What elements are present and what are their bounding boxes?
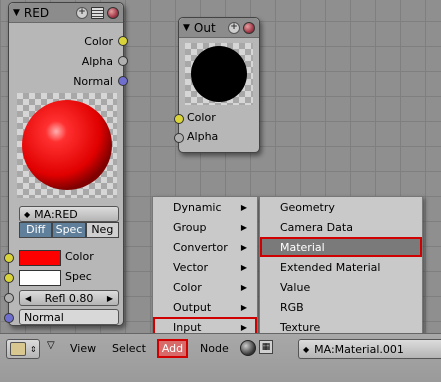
composite-icon[interactable]: ▦ <box>259 340 273 354</box>
updown-icon: ◆ <box>303 344 310 354</box>
node-editor-icon <box>10 342 26 356</box>
plus-icon[interactable]: + <box>228 21 240 34</box>
menu-item-group[interactable]: Group ▶ <box>153 217 257 237</box>
material-name: MA:RED <box>34 207 78 221</box>
diff-toggle[interactable]: Diff <box>19 222 53 238</box>
refl-value: Refl 0.80 <box>44 291 94 305</box>
material-preview <box>17 93 117 198</box>
menu-item-output[interactable]: Output ▶ <box>153 297 257 317</box>
right-arrow-icon[interactable]: ▶ <box>107 294 113 303</box>
input-label-normal: Normal <box>24 310 64 324</box>
output-socket-alpha[interactable] <box>118 56 128 66</box>
output-node[interactable]: ▼ Out + Color Alpha <box>174 17 260 153</box>
output-color: Color <box>23 34 123 48</box>
submenu-arrow-icon: ▶ <box>240 222 247 232</box>
hide-sockets-icon[interactable] <box>91 6 104 19</box>
updown-icon: ⇕ <box>30 344 37 354</box>
left-arrow-icon[interactable]: ◀ <box>25 294 31 303</box>
updown-icon: ◆ <box>24 209 31 219</box>
output-socket-color[interactable] <box>118 36 128 46</box>
color-swatch[interactable] <box>19 250 61 266</box>
material-sphere-icon[interactable] <box>240 340 256 356</box>
collapse-triangle-icon[interactable]: ▼ <box>13 8 20 18</box>
node-header[interactable]: ▼ RED + <box>9 3 123 23</box>
node-title: Out <box>193 20 216 35</box>
material-field[interactable]: ◆ MA:Material.001 <box>298 339 441 359</box>
menu-item-material[interactable]: Material <box>260 237 422 257</box>
submenu-arrow-icon: ▶ <box>240 262 247 272</box>
red-sphere-preview <box>22 100 112 190</box>
input-socket-alpha[interactable] <box>174 133 184 143</box>
output-alpha: Alpha <box>23 54 123 68</box>
normal-field[interactable]: Normal <box>19 309 119 325</box>
menu-item-value[interactable]: Value <box>260 277 422 297</box>
add-menu: Dynamic ▶ Group ▶ Convertor ▶ Vector ▶ Color… <box>152 196 258 339</box>
submenu-arrow-icon: ▶ <box>240 282 247 292</box>
menu-item-convertor[interactable]: Convertor ▶ <box>153 237 257 257</box>
submenu-arrow-icon: ▶ <box>240 302 247 312</box>
red-material-node[interactable]: ▼ RED + Color Alpha Normal ◆ MA:RED Diff… <box>4 2 128 326</box>
spec-toggle[interactable]: Spec <box>52 222 86 238</box>
toggle-row: Diff Spec Neg <box>19 222 119 238</box>
node-menu[interactable]: Node <box>200 342 229 355</box>
menu-item-camera-data[interactable]: Camera Data <box>260 217 422 237</box>
input-label: Alpha <box>187 130 219 143</box>
output-label: Normal <box>73 74 113 88</box>
menu-item-extended-material[interactable]: Extended Material <box>260 257 422 277</box>
preview-toggle-icon[interactable] <box>107 6 119 19</box>
menu-item-geometry[interactable]: Geometry <box>260 197 422 217</box>
output-label: Color <box>84 34 113 48</box>
black-sphere-preview <box>191 46 247 102</box>
spec-swatch[interactable] <box>19 270 61 286</box>
add-menu-label: Add <box>161 342 184 355</box>
plus-icon[interactable]: + <box>76 6 88 19</box>
menu-item-dynamic[interactable]: Dynamic ▶ <box>153 197 257 217</box>
view-menu[interactable]: View <box>70 342 96 355</box>
input-socket-normal[interactable] <box>4 313 14 323</box>
node-editor-header: ⇕ ▽ View Select Add Node ▦ ◆ MA:Material… <box>0 333 441 382</box>
output-socket-normal[interactable] <box>118 76 128 86</box>
input-submenu: Geometry Camera Data Material Extended M… <box>259 196 423 339</box>
menu-item-rgb[interactable]: RGB <box>260 297 422 317</box>
node-header[interactable]: ▼ Out + <box>179 18 259 38</box>
refl-slider[interactable]: ◀ Refl 0.80 ▶ <box>19 290 119 306</box>
submenu-arrow-icon: ▶ <box>240 242 247 252</box>
output-label: Alpha <box>81 54 113 68</box>
menu-item-color[interactable]: Color ▶ <box>153 277 257 297</box>
editor-type-selector[interactable]: ⇕ <box>6 339 40 359</box>
input-label-spec: Spec <box>65 270 92 283</box>
input-label-color: Color <box>65 250 94 263</box>
output-normal: Normal <box>23 74 123 88</box>
neg-toggle[interactable]: Neg <box>85 222 119 238</box>
input-socket-refl[interactable] <box>4 293 14 303</box>
input-label: Color <box>187 111 216 124</box>
material-field-value: MA:Material.001 <box>314 342 404 356</box>
submenu-arrow-icon: ▶ <box>240 322 247 332</box>
select-menu[interactable]: Select <box>112 342 146 355</box>
menu-item-vector[interactable]: Vector ▶ <box>153 257 257 277</box>
output-preview <box>185 43 253 105</box>
input-socket-color[interactable] <box>4 253 14 263</box>
add-menu-button[interactable]: Add <box>157 339 188 358</box>
submenu-arrow-icon: ▶ <box>240 202 247 212</box>
collapse-menu-icon[interactable]: ▽ <box>47 340 55 351</box>
node-title: RED <box>23 5 50 20</box>
input-socket-spec[interactable] <box>4 273 14 283</box>
input-socket-color[interactable] <box>174 114 184 124</box>
material-selector[interactable]: ◆ MA:RED <box>19 206 119 222</box>
collapse-triangle-icon[interactable]: ▼ <box>183 23 190 33</box>
preview-toggle-icon[interactable] <box>243 21 255 34</box>
